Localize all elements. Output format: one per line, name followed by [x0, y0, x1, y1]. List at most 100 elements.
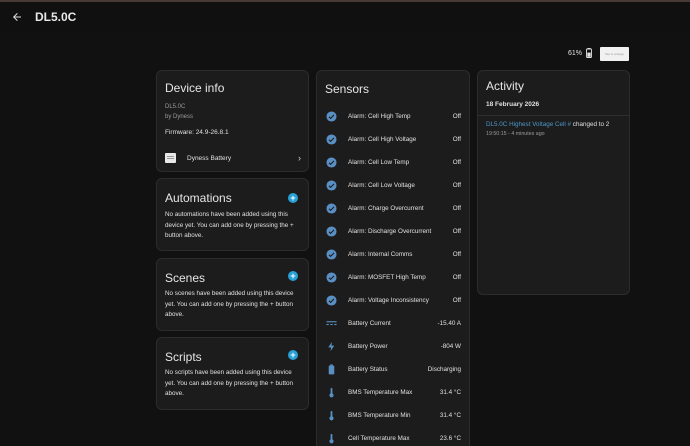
battery-icon	[586, 48, 592, 58]
automations-empty-text: No automations have been added using thi…	[165, 211, 294, 239]
sensors-title: Sensors	[325, 82, 370, 96]
check-circle-icon	[326, 180, 337, 191]
sensor-value: 31.4 °C	[439, 412, 461, 419]
sensor-row[interactable]: BMS Temperature Min 31.4 °C	[317, 404, 469, 427]
check-circle-icon	[326, 249, 337, 260]
check-circle-icon	[326, 295, 337, 306]
check-circle-icon	[326, 134, 337, 145]
sensor-value: Off	[452, 205, 461, 212]
sensor-name: Alarm: MOSFET High Temp	[348, 274, 426, 281]
scripts-title: Scripts	[165, 350, 202, 364]
plus-icon: +	[290, 193, 296, 203]
linked-device-label: Dyness Battery	[187, 154, 232, 162]
battery-icon	[326, 364, 337, 375]
check-circle-icon	[326, 272, 337, 283]
automations-card: Automations + No automations have been a…	[156, 178, 309, 251]
sensor-value: Off	[452, 159, 461, 166]
plus-icon: +	[290, 271, 296, 281]
device-icon	[165, 153, 176, 163]
sensor-value: Off	[452, 136, 461, 143]
sensor-row[interactable]: BMS Temperature Max 31.4 °C	[317, 381, 469, 404]
device-model: DL5.0C	[165, 104, 186, 110]
plus-icon: +	[290, 350, 296, 360]
sensor-row[interactable]: Battery Status Discharging	[317, 358, 469, 381]
back-button[interactable]	[5, 5, 29, 29]
sensor-value: Off	[452, 228, 461, 235]
device-info-title: Device info	[165, 81, 225, 95]
sensor-name: Battery Power	[348, 343, 388, 350]
battery-status: 61%	[568, 48, 592, 58]
sensor-name: Alarm: Cell High Temp	[348, 113, 411, 120]
current-dc-icon	[326, 318, 337, 329]
sensor-name: Alarm: Charge Overcurrent	[348, 205, 424, 212]
sensor-name: BMS Temperature Max	[348, 389, 413, 396]
sensor-row[interactable]: Alarm: Cell Low Voltage Off	[317, 174, 469, 197]
sensor-name: Battery Current	[348, 320, 391, 327]
device-image-thumbnail[interactable]: Tap to enlarge	[600, 47, 629, 61]
add-script-button[interactable]: +	[288, 350, 298, 360]
scripts-card: Scripts + No scripts have been added usi…	[156, 337, 309, 410]
sensor-name: Alarm: Cell Low Temp	[348, 159, 410, 166]
activity-card: Activity 18 February 2026 DL5.0C Highest…	[477, 70, 630, 295]
sensor-row[interactable]: Alarm: MOSFET High Temp Off	[317, 266, 469, 289]
sensor-row[interactable]: Alarm: Cell Low Temp Off	[317, 151, 469, 174]
check-circle-icon	[326, 203, 337, 214]
sensor-row[interactable]: Alarm: Internal Comms Off	[317, 243, 469, 266]
check-circle-icon	[326, 226, 337, 237]
thermometer-icon	[326, 433, 337, 444]
sensor-value: Off	[452, 113, 461, 120]
battery-percent: 61%	[568, 49, 583, 57]
add-scene-button[interactable]: +	[288, 271, 298, 281]
arrow-left-icon	[13, 13, 21, 21]
sensor-name: Alarm: Voltage Inconsistency	[348, 297, 429, 304]
sensor-name: Cell Temperature Max	[348, 435, 410, 442]
activity-entity-link[interactable]: DL5.0C Highest Voltage Cell #	[486, 121, 571, 128]
sensor-name: Battery Status	[348, 366, 388, 373]
device-firmware: Firmware: 24.9-26.8.1	[165, 129, 229, 136]
sensor-row[interactable]: Alarm: Cell High Voltage Off	[317, 128, 469, 151]
sensor-row[interactable]: Alarm: Voltage Inconsistency Off	[317, 289, 469, 312]
activity-entry: DL5.0C Highest Voltage Cell # changed to…	[486, 121, 609, 128]
sensor-value: Off	[452, 182, 461, 189]
scenes-title: Scenes	[165, 271, 206, 285]
flash-icon	[326, 341, 337, 352]
sensor-value: 23.6 °C	[439, 435, 461, 442]
sensor-value: Discharging	[427, 366, 461, 373]
sensor-row[interactable]: Alarm: Charge Overcurrent Off	[317, 197, 469, 220]
sensor-name: Alarm: Internal Comms	[348, 251, 413, 258]
device-info-card: Device info DL5.0C by Dyness Firmware: 2…	[156, 70, 309, 172]
sensor-row[interactable]: Cell Temperature Max 23.6 °C	[317, 427, 469, 446]
sensor-name: Alarm: Discharge Overcurrent	[348, 228, 432, 235]
sensor-name: Alarm: Cell Low Voltage	[348, 182, 415, 189]
activity-divider	[478, 115, 629, 116]
activity-title: Activity	[486, 79, 525, 93]
sensor-value: -15.40 A	[437, 320, 461, 327]
sensor-list: Alarm: Cell High Temp Off Alarm: Cell Hig…	[317, 105, 469, 446]
activity-entry-text: changed to 2	[571, 121, 610, 128]
scenes-empty-text: No scenes have been added using this dev…	[165, 290, 294, 318]
check-circle-icon	[326, 157, 337, 168]
sensor-value: -804 W	[440, 343, 461, 350]
page-title: DL5.0C	[35, 10, 77, 24]
sensor-row[interactable]: Alarm: Cell High Temp Off	[317, 105, 469, 128]
app-header: DL5.0C	[0, 2, 690, 32]
add-automation-button[interactable]: +	[288, 193, 298, 203]
sensors-card: Sensors Alarm: Cell High Temp Off Alarm: …	[316, 70, 470, 446]
check-circle-icon	[326, 111, 337, 122]
sensor-value: 31.4 °C	[439, 389, 461, 396]
sensor-row[interactable]: Battery Power -804 W	[317, 335, 469, 358]
scenes-card: Scenes + No scenes have been added using…	[156, 258, 309, 331]
sensor-value: Off	[452, 274, 461, 281]
sensor-row[interactable]: Battery Current -15.40 A	[317, 312, 469, 335]
sensor-name: Alarm: Cell High Voltage	[348, 136, 417, 143]
thermometer-icon	[326, 410, 337, 421]
sensor-value: Off	[452, 251, 461, 258]
chevron-right-icon: ›	[298, 153, 301, 163]
linked-device-row[interactable]: Dyness Battery ›	[165, 151, 301, 165]
sensor-value: Off	[452, 297, 461, 304]
thermometer-icon	[326, 387, 337, 398]
automations-title: Automations	[165, 191, 232, 205]
activity-time: 19:50:15 - 4 minutes ago	[486, 131, 545, 137]
device-manufacturer: by Dyness	[165, 114, 194, 120]
sensor-row[interactable]: Alarm: Discharge Overcurrent Off	[317, 220, 469, 243]
